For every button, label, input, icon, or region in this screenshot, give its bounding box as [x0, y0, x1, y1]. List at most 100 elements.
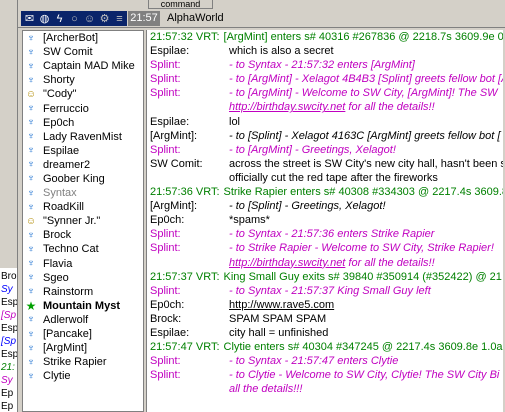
chat-message: - to Syntax - 21:57:47 enters Clytie — [229, 355, 399, 368]
globe-icon[interactable]: ◍ — [38, 12, 51, 25]
chat-speaker — [147, 171, 229, 185]
user-list-item[interactable]: ♆ Espilae — [23, 144, 143, 158]
list-icon[interactable]: ≡ — [113, 12, 126, 25]
chat-message: SPAM SPAM SPAM — [229, 312, 327, 325]
chat-speaker — [147, 256, 229, 270]
user-name: Strike Rapier — [43, 356, 107, 369]
background-chat-line: Ep — [1, 401, 14, 412]
chat-line: Ep0ch: *spams* — [147, 213, 505, 227]
chat-line: Splint: - to [ArgMint] - Welcome to SW Ci… — [147, 86, 505, 100]
chat-message: officially cut the red tape after the fi… — [229, 171, 438, 184]
avatar-icon: ♆ — [27, 145, 35, 157]
user-list-item[interactable]: ♆ Lady RavenMist — [23, 130, 143, 144]
user-list-item[interactable]: ♆ [Pancake] — [23, 327, 143, 341]
background-chat-line: Bro — [1, 271, 17, 282]
chat-link[interactable]: http://birthday.swcity.net — [229, 101, 345, 113]
chat-line: 21:57:47 VRT: Clytie enters s# 40304 #347… — [147, 340, 505, 354]
chat-line: Espilae: city hall = unfinished — [147, 326, 505, 340]
chat-line: Splint: - to Syntax - 21:57:37 King Small… — [147, 284, 505, 298]
user-list-item[interactable]: ♆ Strike Rapier — [23, 355, 143, 369]
chat-line: http://birthday.swcity.net for all the d… — [147, 256, 505, 270]
chat-speaker: [ArgMint]: — [150, 129, 198, 142]
user-list-item[interactable]: ♆ dreamer2 — [23, 158, 143, 172]
user-list-item[interactable]: ♆ Adlerwolf — [23, 313, 143, 327]
chat-message: which is also a secret — [229, 45, 334, 58]
chat-speaker: Ep0ch: — [150, 214, 185, 227]
chat-message: - to [Splint] - Greetings, Xelagot! — [229, 200, 386, 213]
user-list-item[interactable]: ♆ Flavia — [23, 257, 143, 271]
background-chat-lines: Bro Sy Esp [Sp Esp [Sp Esp 21: Sy Ep Ep — [0, 270, 17, 412]
gear-icon[interactable]: ⚙ — [98, 12, 111, 25]
user-name: [ArgMint] — [43, 342, 88, 355]
chat-line: Espilae: lol — [147, 115, 505, 129]
chat-message: - to [ArgMint] - Welcome to SW City, [Ar… — [229, 87, 498, 100]
chat-line: officially cut the red tape after the fi… — [147, 171, 505, 185]
user-name: Goober King — [43, 172, 105, 185]
user-list-item[interactable]: ♆ Sgeo — [23, 271, 143, 285]
user-list[interactable]: ♆ [ArcherBot] ♆ SW Comit ♆ Captain MAD Mike ♆ S… — [22, 30, 144, 412]
avatar-icon: ♆ — [27, 159, 35, 171]
user-list-item[interactable]: ♆ [ArcherBot] — [23, 31, 143, 45]
user-name: Lady RavenMist — [43, 130, 122, 143]
toolbar-icon-group: ✉ ◍ ϟ ○ ☺ ⚙ ≡ — [21, 11, 127, 26]
settings-dot-icon[interactable]: ○ — [68, 12, 81, 25]
chat-log[interactable]: 21:57:32 VRT: [ArgMint] enters s# 40316 #… — [146, 30, 505, 412]
chat-line: Splint: - to [ArgMint] - Greetings, Xelag… — [147, 143, 505, 157]
telegram-icon[interactable]: ✉ — [23, 12, 36, 25]
user-list-item[interactable]: ☺ "Synner Jr." — [23, 214, 143, 228]
chat-line: all the details!!! — [147, 382, 505, 396]
user-list-item[interactable]: ♆ SW Comit — [23, 45, 143, 59]
user-list-item[interactable]: ♆ Captain MAD Mike — [23, 59, 143, 73]
user-name: "Synner Jr." — [43, 215, 101, 228]
user-list-item[interactable]: ♆ [ArgMint] — [23, 341, 143, 355]
users-icon[interactable]: ☺ — [83, 12, 96, 25]
chat-speaker: 21:57:37 VRT: — [150, 270, 220, 283]
chat-speaker: Splint: — [150, 284, 181, 297]
avatar-icon: ♆ — [27, 60, 35, 72]
user-name: Adlerwolf — [43, 313, 89, 326]
chat-link[interactable]: http://birthday.swcity.net — [229, 257, 345, 269]
command-tab[interactable]: command — [148, 0, 213, 9]
chat-link[interactable]: http://www.rave5.com — [229, 299, 334, 311]
user-name: dreamer2 — [43, 158, 91, 171]
chat-speaker: Splint: — [150, 369, 181, 382]
chat-message: - to Syntax - 21:57:36 enters Strike Rap… — [229, 228, 435, 241]
chat-line: Espilae: which is also a secret — [147, 44, 505, 58]
user-name: "Cody" — [43, 88, 77, 101]
user-list-item[interactable]: ♆ Goober King — [23, 172, 143, 186]
avatar-icon: ♆ — [27, 328, 35, 340]
chat-message: Strike Rapier enters s# 40308 #334303 @ … — [223, 186, 505, 199]
user-list-item[interactable]: ♆ Ep0ch — [23, 116, 143, 130]
background-chat-line: Esp — [1, 297, 17, 308]
avatar-icon: ♆ — [27, 243, 35, 255]
user-list-item[interactable]: ♆ Clytie — [23, 369, 143, 383]
avatar-icon: ♆ — [27, 229, 35, 241]
user-list-item[interactable]: ♆ Syntax — [23, 186, 143, 200]
chat-speaker: Splint: — [150, 73, 181, 86]
avatar-icon: ♆ — [27, 342, 35, 354]
avatar-icon: ♆ — [27, 117, 35, 129]
user-list-item[interactable]: ☺ "Cody" — [23, 87, 143, 101]
user-list-item[interactable]: ♆ Ferruccio — [23, 101, 143, 115]
background-chat-line: [Sp — [1, 310, 17, 321]
chat-speaker: Espilae: — [150, 45, 190, 58]
user-name: Ferruccio — [43, 102, 89, 115]
chat-speaker: SW Comit: — [150, 157, 203, 170]
chat-message: http://www.rave5.com — [229, 298, 334, 312]
background-chat-line: Ep — [1, 388, 14, 399]
lightning-icon[interactable]: ϟ — [53, 12, 66, 25]
user-name: SW Comit — [43, 46, 93, 59]
user-list-item[interactable]: ♆ Techno Cat — [23, 242, 143, 256]
clock: 21:57 — [128, 11, 160, 26]
chat-message: city hall = unfinished — [229, 326, 329, 339]
user-list-item[interactable]: ♆ Shorty — [23, 73, 143, 87]
user-list-item[interactable]: ♆ RoadKill — [23, 200, 143, 214]
chat-speaker: [ArgMint]: — [150, 200, 198, 213]
user-list-item[interactable]: ♆ Rainstorm — [23, 285, 143, 299]
background-chat-line: 21: — [1, 362, 15, 373]
user-list-item[interactable]: ♆ Brock — [23, 228, 143, 242]
user-name: Espilae — [43, 144, 80, 157]
user-list-item[interactable]: ★ Mountain Myst — [23, 299, 143, 313]
chat-message: - to [ArgMint] - Greetings, Xelagot! — [229, 143, 396, 156]
chat-line: 21:57:36 VRT: Strike Rapier enters s# 403… — [147, 185, 505, 199]
